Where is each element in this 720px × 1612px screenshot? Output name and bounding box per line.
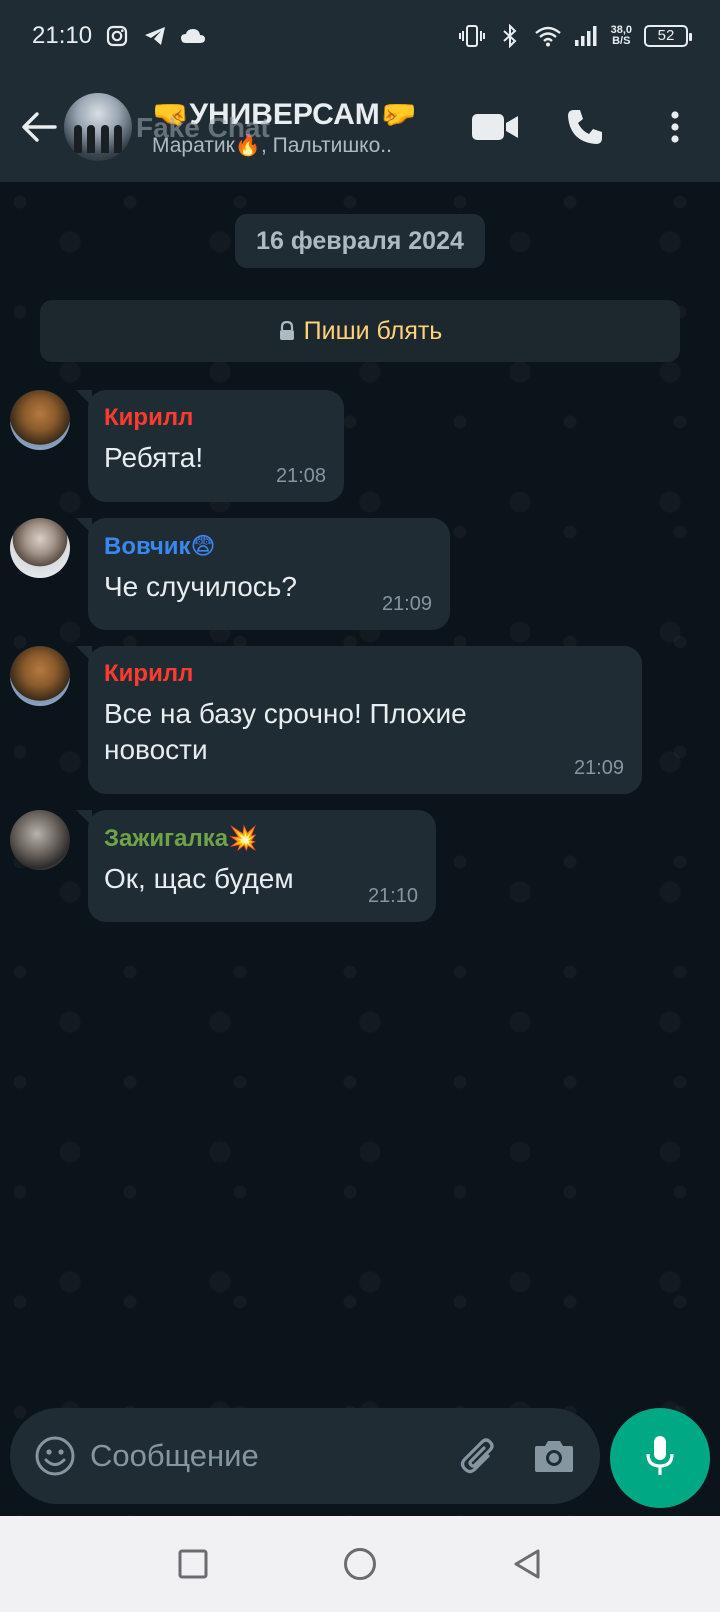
emoji-icon[interactable] [34,1435,76,1477]
signal-icon [573,23,599,49]
more-options-icon[interactable] [650,102,700,152]
chat-header: 🤜УНИВЕРСАМ🤛 Маратик🔥, Пальтишко.. Fake C… [0,72,720,182]
message-time: 21:08 [275,465,326,487]
back-arrow-icon[interactable] [14,102,64,152]
message-time: 21:09 [381,593,432,615]
recents-square-icon[interactable] [165,1536,221,1592]
message-bubble[interactable]: Кирилл Ребята! 21:08 [76,390,344,502]
notice-text: Пиши блять [303,316,443,345]
avatar[interactable] [10,518,70,578]
group-avatar[interactable] [64,93,132,161]
telegram-icon [142,23,168,49]
message-composer[interactable]: Сообщение [10,1408,600,1504]
date-chip: 16 февраля 2024 [235,214,485,268]
message-bubble[interactable]: Зажигалка💥 Ок, щас будем 21:10 [76,810,436,922]
group-notice: Пиши блять [40,300,680,362]
avatar[interactable] [10,810,70,870]
microphone-icon [644,1434,676,1483]
cloud-icon [180,23,206,49]
message-sender[interactable]: Вовчик😨 [104,532,432,561]
instagram-icon [104,23,130,49]
back-triangle-icon[interactable] [499,1536,555,1592]
watermark: Fake Chat [136,112,270,143]
message-sender[interactable]: Кирилл [104,404,326,432]
message-bubble[interactable]: Кирилл Все на базу срочно! Плохие новост… [76,646,642,794]
top-bar: 21:10 38,0 B/S 52 🤜УНИВЕРСАМ🤛 Маратик🔥, … [0,0,720,182]
wifi-icon [534,23,561,49]
message-text: Все на базу срочно! Плохие новости [104,698,467,765]
home-circle-icon[interactable] [332,1536,388,1592]
status-time: 21:10 [32,22,93,49]
paperclip-icon[interactable] [454,1432,502,1480]
message-sender[interactable]: Зажигалка💥 [104,824,418,853]
message-time: 21:09 [573,757,624,779]
bluetooth-icon [497,23,523,49]
battery-indicator: 52 [644,25,692,47]
system-nav-bar [0,1516,720,1612]
avatar[interactable] [10,646,70,706]
status-bar: 21:10 38,0 B/S 52 [0,0,720,72]
video-call-icon[interactable] [470,102,520,152]
message-bubble[interactable]: Вовчик😨 Че случилось? 21:09 [76,518,450,630]
message-time: 21:10 [367,885,418,907]
camera-icon[interactable] [530,1432,578,1480]
chat-area[interactable]: 16 февраля 2024 Пиши блять Кирилл Ребята… [0,182,720,1516]
net-speed: 38,0 B/S [610,24,632,47]
vibrate-icon [458,23,485,49]
message-input[interactable]: Сообщение [90,1438,454,1474]
mic-button[interactable] [610,1408,710,1508]
voice-call-icon[interactable] [560,102,610,152]
lock-icon [278,321,296,341]
avatar[interactable] [10,390,70,450]
message-sender[interactable]: Кирилл [104,660,624,688]
